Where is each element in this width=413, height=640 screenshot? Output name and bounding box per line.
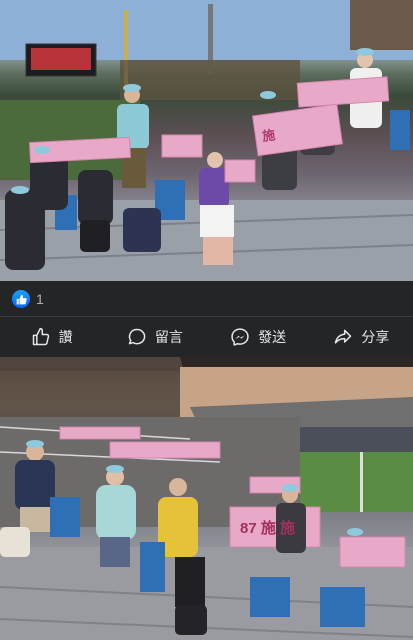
comment-label: 留言: [154, 329, 183, 345]
post-photo-1[interactable]: 施: [0, 0, 413, 281]
banner-text: 87 施 施: [240, 520, 296, 537]
send-button[interactable]: 發送: [207, 317, 310, 357]
share-button[interactable]: 分享: [310, 317, 413, 357]
post-photo-2[interactable]: 87 施 施: [0, 357, 413, 640]
like-label: 讚: [58, 329, 73, 345]
post-action-bar: 1 讚 留言 發送 分享: [0, 281, 413, 357]
reaction-summary[interactable]: 1: [12, 289, 44, 309]
like-icon: [32, 327, 49, 346]
messenger-icon: [231, 328, 249, 346]
photo-2-scene: [0, 357, 413, 640]
like-reaction-icon: [12, 290, 30, 308]
comment-icon: [128, 328, 146, 345]
share-icon: [335, 329, 352, 344]
post-actions: 讚 留言 發送 分享: [0, 317, 413, 357]
share-label: 分享: [361, 329, 390, 345]
banner-text: 施: [261, 127, 277, 144]
photo-1-scene: [0, 0, 413, 281]
reaction-count: 1: [36, 291, 44, 307]
comment-button[interactable]: 留言: [103, 317, 206, 357]
like-button[interactable]: 讚: [0, 317, 103, 357]
send-label: 發送: [258, 329, 287, 345]
